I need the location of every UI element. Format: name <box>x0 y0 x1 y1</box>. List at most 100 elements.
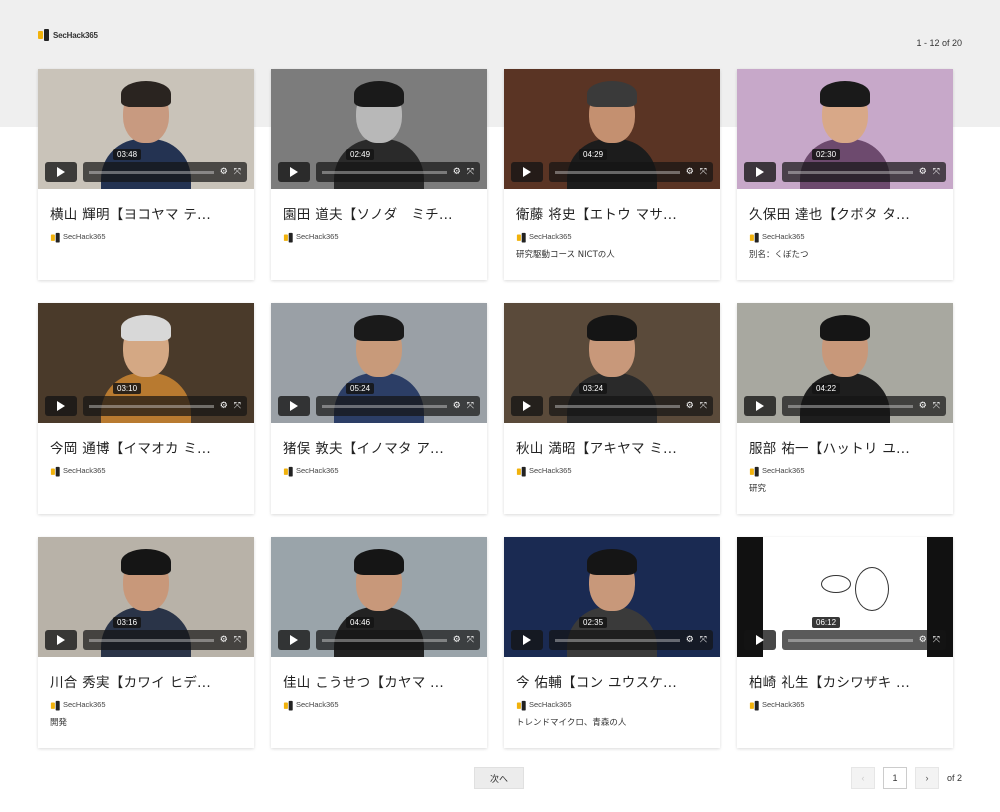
video-title[interactable]: 衛藤 将史【エトウ マサ... <box>516 203 708 223</box>
video-card[interactable]: 03:16 ⚙ ⤧ 川合 秀実【カワイ ヒデ... SecHack365 開発 <box>38 537 254 748</box>
channel-row[interactable]: SecHack365 <box>749 466 941 477</box>
video-card[interactable]: 05:24 ⚙ ⤧ 猪俣 敦夫【イノマタ ア... SecHack365 <box>271 303 487 514</box>
video-thumbnail[interactable]: 04:29 ⚙ ⤧ <box>504 69 720 189</box>
channel-row[interactable]: SecHack365 <box>283 466 475 477</box>
progress-bar[interactable] <box>788 404 913 408</box>
channel-row[interactable]: SecHack365 <box>50 232 242 243</box>
fullscreen-icon[interactable]: ⤧ <box>234 167 241 177</box>
video-card[interactable]: 03:10 ⚙ ⤧ 今岡 通博【イマオカ ミ... SecHack365 <box>38 303 254 514</box>
video-title[interactable]: 今 佑輔【コン ユウスケ... <box>516 671 708 691</box>
fullscreen-icon[interactable]: ⤧ <box>933 401 940 411</box>
play-icon[interactable] <box>511 162 543 182</box>
fullscreen-icon[interactable]: ⤧ <box>467 401 474 411</box>
video-card[interactable]: 06:12 ⚙ ⤧ 柏崎 礼生【カシワザキ ... SecHack365 <box>737 537 953 748</box>
video-card[interactable]: 03:24 ⚙ ⤧ 秋山 満昭【アキヤマ ミ... SecHack365 <box>504 303 720 514</box>
channel-row[interactable]: SecHack365 <box>749 700 941 711</box>
video-card[interactable]: 02:30 ⚙ ⤧ 久保田 達也【クボタ タ... SecHack365 別名：… <box>737 69 953 280</box>
settings-icon[interactable]: ⚙ <box>220 635 228 645</box>
settings-icon[interactable]: ⚙ <box>919 167 927 177</box>
progress-bar[interactable] <box>322 638 447 642</box>
fullscreen-icon[interactable]: ⤧ <box>700 167 707 177</box>
video-title[interactable]: 久保田 達也【クボタ タ... <box>749 203 941 223</box>
channel-row[interactable]: SecHack365 <box>283 232 475 243</box>
video-title[interactable]: 佳山 こうせつ【カヤマ ... <box>283 671 475 691</box>
video-thumbnail[interactable]: 06:12 ⚙ ⤧ <box>737 537 953 657</box>
video-title[interactable]: 今岡 通博【イマオカ ミ... <box>50 437 242 457</box>
settings-icon[interactable]: ⚙ <box>220 167 228 177</box>
settings-icon[interactable]: ⚙ <box>686 401 694 411</box>
settings-icon[interactable]: ⚙ <box>919 401 927 411</box>
video-thumbnail[interactable]: 04:22 ⚙ ⤧ <box>737 303 953 423</box>
progress-bar[interactable] <box>89 638 214 642</box>
video-thumbnail[interactable]: 02:35 ⚙ ⤧ <box>504 537 720 657</box>
channel-row[interactable]: SecHack365 <box>516 466 708 477</box>
settings-icon[interactable]: ⚙ <box>686 167 694 177</box>
fullscreen-icon[interactable]: ⤧ <box>234 401 241 411</box>
play-icon[interactable] <box>744 630 776 650</box>
video-card[interactable]: 02:35 ⚙ ⤧ 今 佑輔【コン ユウスケ... SecHack365 トレン… <box>504 537 720 748</box>
progress-bar[interactable] <box>788 638 913 642</box>
video-title[interactable]: 服部 祐一【ハットリ ユ... <box>749 437 941 457</box>
progress-bar[interactable] <box>89 170 214 174</box>
play-icon[interactable] <box>45 630 77 650</box>
play-icon[interactable] <box>511 396 543 416</box>
video-thumbnail[interactable]: 03:16 ⚙ ⤧ <box>38 537 254 657</box>
video-card[interactable]: 02:49 ⚙ ⤧ 園田 道夫【ソノダ ミチ... SecHack365 <box>271 69 487 280</box>
channel-row[interactable]: SecHack365 <box>50 466 242 477</box>
progress-bar[interactable] <box>788 170 913 174</box>
fullscreen-icon[interactable]: ⤧ <box>467 167 474 177</box>
video-thumbnail[interactable]: 03:48 ⚙ ⤧ <box>38 69 254 189</box>
prev-page-icon[interactable]: ‹ <box>850 767 875 789</box>
channel-row[interactable]: SecHack365 <box>50 700 242 711</box>
video-card[interactable]: 03:48 ⚙ ⤧ 横山 輝明【ヨコヤマ テ... SecHack365 <box>38 69 254 280</box>
progress-bar[interactable] <box>555 170 680 174</box>
site-logo[interactable]: SecHack365 <box>38 28 98 42</box>
channel-row[interactable]: SecHack365 <box>749 232 941 243</box>
play-icon[interactable] <box>45 162 77 182</box>
video-card[interactable]: 04:22 ⚙ ⤧ 服部 祐一【ハットリ ユ... SecHack365 研究 <box>737 303 953 514</box>
fullscreen-icon[interactable]: ⤧ <box>234 635 241 645</box>
fullscreen-icon[interactable]: ⤧ <box>933 635 940 645</box>
video-card[interactable]: 04:46 ⚙ ⤧ 佳山 こうせつ【カヤマ ... SecHack365 <box>271 537 487 748</box>
video-title[interactable]: 横山 輝明【ヨコヤマ テ... <box>50 203 242 223</box>
play-icon[interactable] <box>278 162 310 182</box>
play-icon[interactable] <box>744 162 776 182</box>
next-page-button[interactable]: 次へ <box>474 767 524 789</box>
video-thumbnail[interactable]: 03:10 ⚙ ⤧ <box>38 303 254 423</box>
progress-bar[interactable] <box>555 638 680 642</box>
settings-icon[interactable]: ⚙ <box>220 401 228 411</box>
fullscreen-icon[interactable]: ⤧ <box>700 635 707 645</box>
progress-bar[interactable] <box>89 404 214 408</box>
channel-row[interactable]: SecHack365 <box>283 700 475 711</box>
video-thumbnail[interactable]: 04:46 ⚙ ⤧ <box>271 537 487 657</box>
video-title[interactable]: 猪俣 敦夫【イノマタ ア... <box>283 437 475 457</box>
video-thumbnail[interactable]: 05:24 ⚙ ⤧ <box>271 303 487 423</box>
fullscreen-icon[interactable]: ⤧ <box>700 401 707 411</box>
video-thumbnail[interactable]: 02:49 ⚙ ⤧ <box>271 69 487 189</box>
play-icon[interactable] <box>511 630 543 650</box>
play-icon[interactable] <box>278 396 310 416</box>
settings-icon[interactable]: ⚙ <box>686 635 694 645</box>
video-thumbnail[interactable]: 02:30 ⚙ ⤧ <box>737 69 953 189</box>
next-page-icon[interactable]: › <box>914 767 939 789</box>
play-icon[interactable] <box>45 396 77 416</box>
video-title[interactable]: 川合 秀実【カワイ ヒデ... <box>50 671 242 691</box>
page-number-input[interactable] <box>882 767 907 789</box>
fullscreen-icon[interactable]: ⤧ <box>933 167 940 177</box>
video-card[interactable]: 04:29 ⚙ ⤧ 衛藤 将史【エトウ マサ... SecHack365 研究駆… <box>504 69 720 280</box>
settings-icon[interactable]: ⚙ <box>453 167 461 177</box>
play-icon[interactable] <box>744 396 776 416</box>
progress-bar[interactable] <box>322 404 447 408</box>
settings-icon[interactable]: ⚙ <box>453 635 461 645</box>
progress-bar[interactable] <box>322 170 447 174</box>
fullscreen-icon[interactable]: ⤧ <box>467 635 474 645</box>
channel-row[interactable]: SecHack365 <box>516 232 708 243</box>
settings-icon[interactable]: ⚙ <box>453 401 461 411</box>
video-title[interactable]: 園田 道夫【ソノダ ミチ... <box>283 203 475 223</box>
video-thumbnail[interactable]: 03:24 ⚙ ⤧ <box>504 303 720 423</box>
settings-icon[interactable]: ⚙ <box>919 635 927 645</box>
play-icon[interactable] <box>278 630 310 650</box>
video-title[interactable]: 秋山 満昭【アキヤマ ミ... <box>516 437 708 457</box>
progress-bar[interactable] <box>555 404 680 408</box>
video-title[interactable]: 柏崎 礼生【カシワザキ ... <box>749 671 941 691</box>
